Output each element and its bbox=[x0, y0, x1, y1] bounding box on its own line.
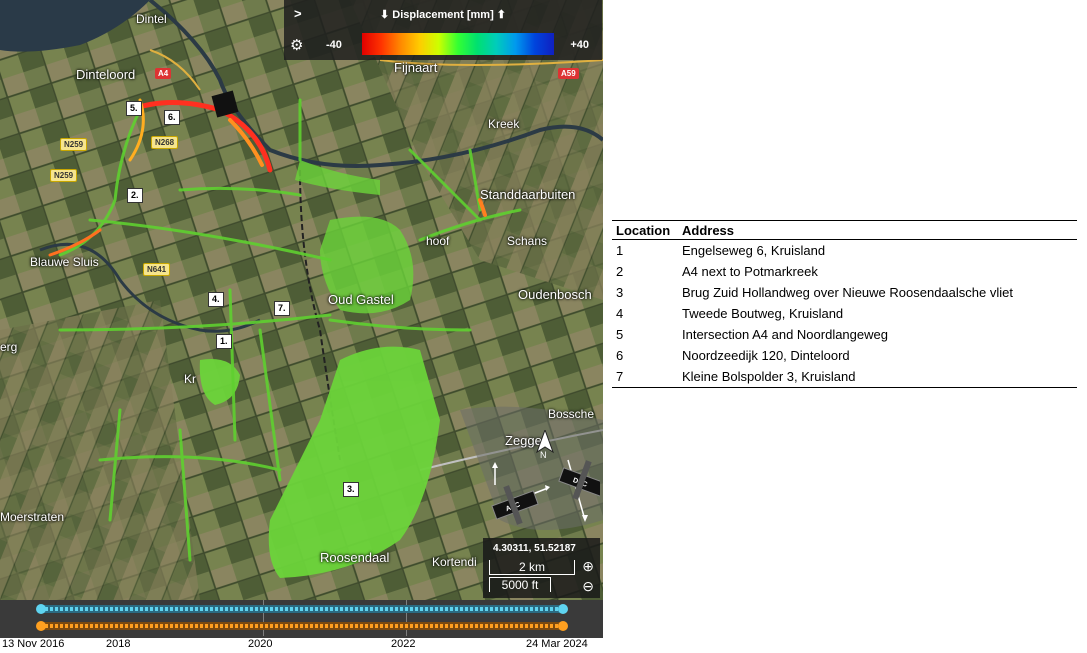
descending-start-handle[interactable] bbox=[36, 621, 46, 631]
column-header-location: Location bbox=[612, 220, 678, 240]
timeline-year-label: 2020 bbox=[248, 638, 273, 650]
legend-title: ⬇ Displacement [mm] ⬆ bbox=[379, 9, 507, 21]
place-label-schans: Schans bbox=[507, 234, 548, 248]
table-row: 4 Tweede Boutweg, Kruisland bbox=[612, 303, 1077, 324]
location-address: Noordzeedijk 120, Dinteloord bbox=[682, 348, 850, 363]
descending-end-handle[interactable] bbox=[558, 621, 568, 631]
table-header-row: Location Address bbox=[612, 220, 1077, 240]
ascending-start-handle[interactable] bbox=[36, 604, 46, 614]
place-label-roosendaal: Roosendaal bbox=[320, 550, 390, 565]
road-badge-n259: N259 bbox=[50, 169, 78, 182]
place-label-kreek: Kreek bbox=[488, 117, 520, 131]
column-header-address: Address bbox=[678, 220, 1077, 240]
displacement-legend: > ⬇ Displacement [mm] ⬆ ⚙ -40 +40 bbox=[284, 0, 602, 60]
road-badge-n641: N641 bbox=[143, 263, 171, 276]
timeline-start-date: 13 Nov 2016 bbox=[2, 638, 65, 650]
road-badge-n268: N268 bbox=[151, 136, 179, 149]
location-marker-1[interactable]: 1. bbox=[216, 334, 232, 349]
table-row: 2 A4 next to Potmarkreek bbox=[612, 261, 1077, 282]
cursor-coordinates: 4.30311, 51.52187 bbox=[493, 543, 576, 554]
location-address: Tweede Boutweg, Kruisland bbox=[682, 306, 844, 321]
place-label-fijnaart: Fijnaart bbox=[394, 60, 438, 75]
location-number: 7 bbox=[612, 366, 678, 388]
acquisition-timeline[interactable]: 13 Nov 2016 2018 2020 2022 24 Mar 2024 bbox=[0, 600, 603, 653]
location-address: Engelseweg 6, Kruisland bbox=[682, 243, 826, 258]
location-number: 4 bbox=[616, 306, 624, 321]
legend-max: +40 bbox=[570, 39, 589, 51]
scale-bar-ft: 5000 ft bbox=[489, 577, 551, 592]
zoom-out-icon[interactable]: ⊖ bbox=[582, 578, 594, 595]
location-number: 2 bbox=[616, 264, 624, 279]
timeline-end-date: 24 Mar 2024 bbox=[526, 638, 588, 650]
location-table: Location Address 1 Engelseweg 6, Kruislan… bbox=[612, 220, 1077, 388]
location-marker-5[interactable]: 5. bbox=[126, 101, 142, 116]
timeline-labels: 13 Nov 2016 2018 2020 2022 24 Mar 2024 bbox=[0, 638, 603, 653]
table-row: 7 Kleine Bolspolder 3, Kruisland bbox=[612, 366, 1077, 388]
timeline-year-label: 2022 bbox=[391, 638, 416, 650]
location-number: 5 bbox=[616, 327, 624, 342]
place-label-dintel: Dintel bbox=[136, 12, 167, 26]
location-marker-6[interactable]: 6. bbox=[164, 110, 180, 125]
location-marker-2[interactable]: 2. bbox=[127, 188, 143, 203]
place-label-bergen: erg bbox=[0, 340, 18, 354]
road-badge-a4: A4 bbox=[155, 68, 172, 79]
location-number: 3 bbox=[616, 285, 624, 300]
svg-text:N: N bbox=[540, 450, 547, 460]
zoom-in-icon[interactable]: ⊕ bbox=[582, 558, 594, 575]
north-arrow-icon: N bbox=[536, 428, 554, 460]
place-label-moerstraten: Moerstraten bbox=[0, 510, 65, 524]
timeline-year-label: 2018 bbox=[106, 638, 131, 650]
place-label-blauwe-sluis: Blauwe Sluis bbox=[30, 255, 99, 269]
place-label-kortendijk: Kortendi bbox=[432, 555, 477, 569]
location-marker-7[interactable]: 7. bbox=[274, 301, 290, 316]
scale-bar-km: 2 km bbox=[489, 560, 575, 575]
place-label-hoof: hoof bbox=[426, 234, 450, 248]
location-address: A4 next to Potmarkreek bbox=[682, 264, 818, 279]
place-label-dinteloord: Dinteloord bbox=[76, 67, 136, 82]
place-label-standdaarbuiten: Standdaarbuiten bbox=[480, 187, 576, 202]
road-badge-n259: N259 bbox=[60, 138, 88, 151]
location-number: 1 bbox=[616, 243, 624, 258]
table-row: 5 Intersection A4 and Noordlangeweg bbox=[612, 324, 1077, 345]
place-label-bosschenhoofd: Bossche bbox=[548, 407, 595, 421]
ascending-acquisitions bbox=[40, 607, 563, 611]
descending-acquisitions bbox=[40, 624, 563, 628]
color-scale-bar bbox=[362, 33, 554, 55]
place-label-oudenbosch: Oudenbosch bbox=[518, 287, 592, 302]
table-row: 1 Engelseweg 6, Kruisland bbox=[612, 240, 1077, 262]
gear-icon[interactable]: ⚙ bbox=[290, 36, 303, 54]
table-row: 3 Brug Zuid Hollandweg over Nieuwe Roosen… bbox=[612, 282, 1077, 303]
legend-min: -40 bbox=[326, 39, 342, 51]
location-address: Brug Zuid Hollandweg over Nieuwe Roosend… bbox=[682, 285, 1013, 300]
location-marker-3[interactable]: 3. bbox=[343, 482, 359, 497]
table-row: 6 Noordzeedijk 120, Dinteloord bbox=[612, 345, 1077, 366]
place-label-kruisland: Kr bbox=[184, 372, 196, 386]
location-marker-4[interactable]: 4. bbox=[208, 292, 224, 307]
place-label-oud-gastel: Oud Gastel bbox=[328, 292, 394, 307]
coordinate-scale-panel: 4.30311, 51.52187 2 km 5000 ft ⊕ ⊖ bbox=[483, 538, 600, 598]
road-badge-a59: A59 bbox=[558, 68, 579, 79]
satellite-map[interactable]: Dintel Dinteloord Fijnaart Kreek Standda… bbox=[0, 0, 603, 600]
ascending-end-handle[interactable] bbox=[558, 604, 568, 614]
satellite-orbit-overlay: N ASC DSC bbox=[490, 428, 603, 530]
location-address: Kleine Bolspolder 3, Kruisland bbox=[678, 366, 1077, 388]
location-address: Intersection A4 and Noordlangeweg bbox=[682, 327, 888, 342]
location-number: 6 bbox=[616, 348, 624, 363]
